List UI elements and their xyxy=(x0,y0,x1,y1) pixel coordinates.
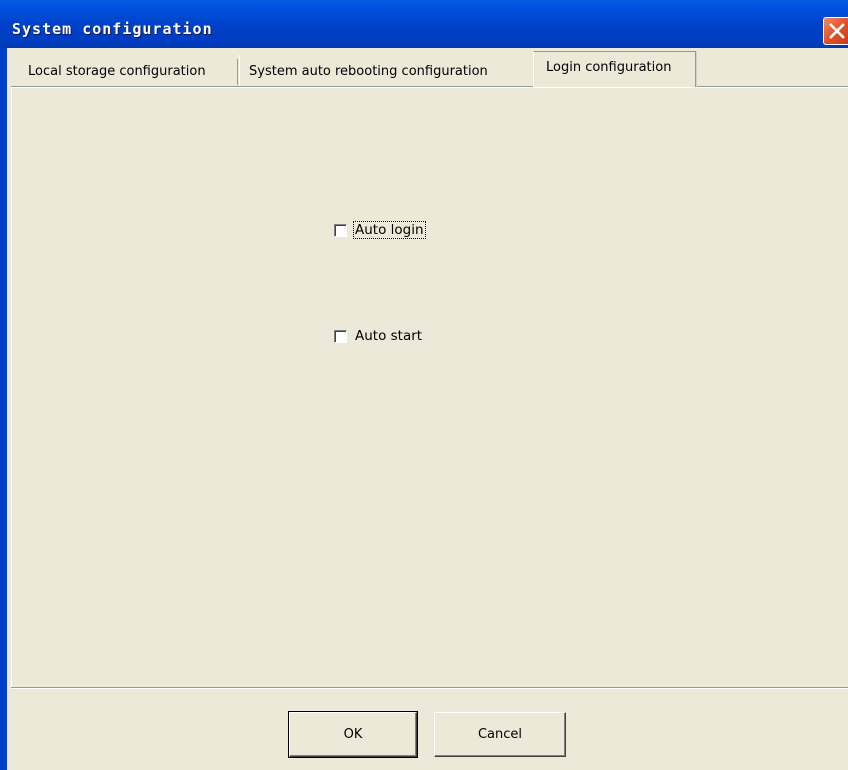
ok-button[interactable]: OK xyxy=(288,711,418,758)
auto-start-label[interactable]: Auto start xyxy=(354,328,423,344)
panel-bottom-edge xyxy=(11,687,848,689)
auto-login-label[interactable]: Auto login xyxy=(353,221,426,239)
close-button[interactable] xyxy=(823,17,848,45)
auto-login-checkbox[interactable] xyxy=(334,223,347,237)
auto-login-option[interactable]: Auto login xyxy=(334,220,426,240)
tab-login-configuration[interactable]: Login configuration xyxy=(533,51,696,87)
auto-start-checkbox[interactable] xyxy=(334,329,347,343)
tab-system-auto-rebooting-configuration[interactable]: System auto rebooting configuration xyxy=(237,55,534,86)
cancel-button[interactable]: Cancel xyxy=(434,712,566,757)
system-configuration-dialog: System configuration Local storage confi… xyxy=(0,0,848,770)
tab-strip: Local storage configuration System auto … xyxy=(14,51,848,87)
tab-local-storage-configuration[interactable]: Local storage configuration xyxy=(14,55,239,86)
auto-start-option[interactable]: Auto start xyxy=(334,326,423,346)
title-bar[interactable]: System configuration xyxy=(0,0,848,48)
window-frame-left-inner xyxy=(7,48,9,770)
window-frame-left xyxy=(0,48,7,770)
window-title: System configuration xyxy=(12,20,213,38)
login-configuration-panel xyxy=(11,87,848,688)
